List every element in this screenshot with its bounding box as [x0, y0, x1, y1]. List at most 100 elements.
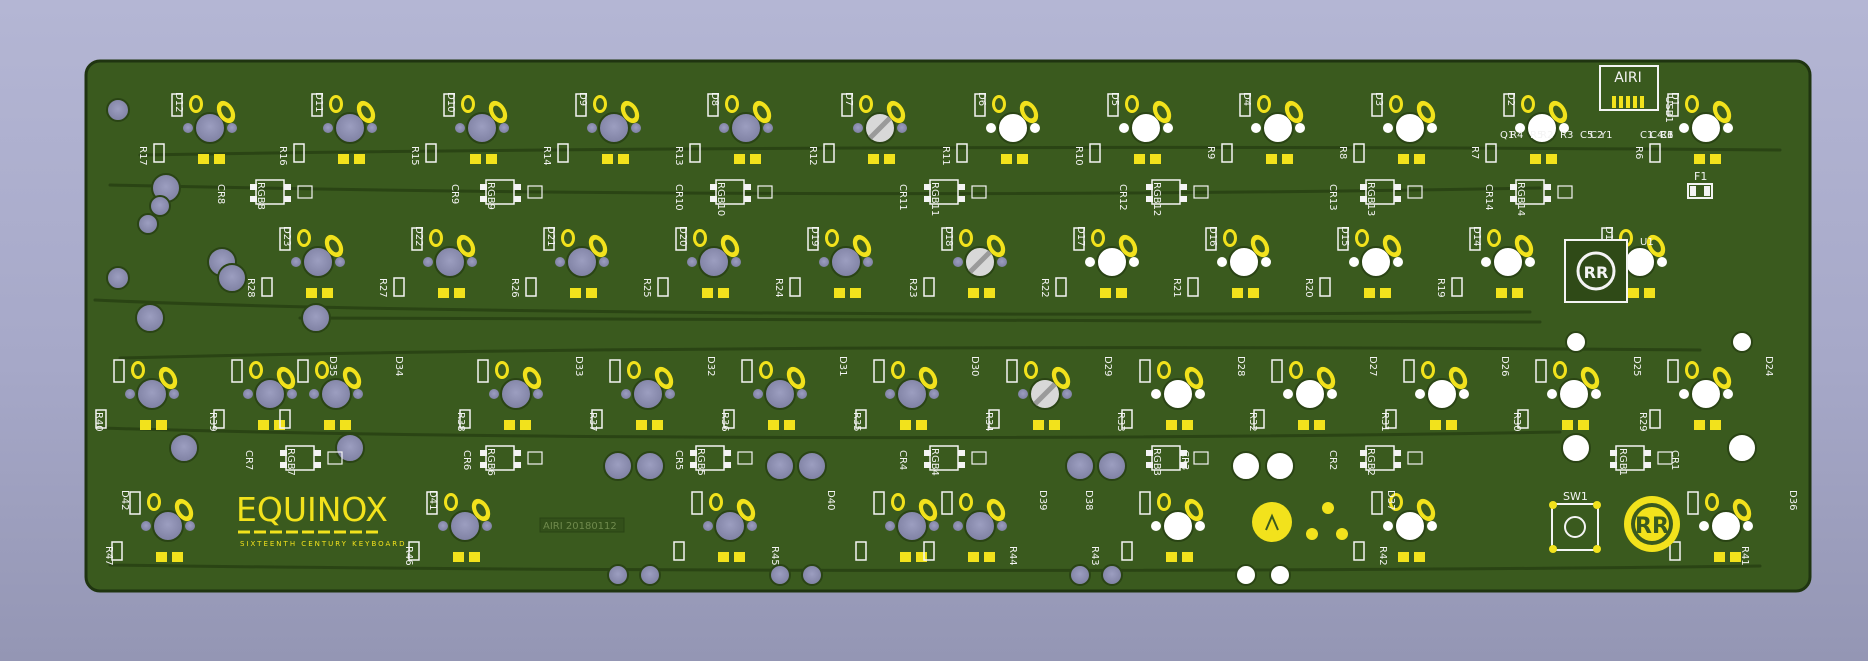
resistor-label: R28 — [245, 278, 256, 298]
svg-text:RR: RR — [1584, 263, 1609, 282]
smd-pad — [1530, 154, 1541, 164]
smd-pad — [1562, 420, 1573, 430]
diode-label: D40 — [825, 490, 836, 510]
switch-side-hole — [665, 389, 675, 399]
switch-side-hole — [819, 257, 829, 267]
resistor-label: R23 — [907, 278, 918, 298]
resistor-label: R16 — [277, 146, 288, 166]
resistor-label: R45 — [769, 546, 780, 566]
smd-pad — [1314, 420, 1325, 430]
switch-side-hole — [1018, 389, 1028, 399]
smd-pad — [1380, 288, 1391, 298]
diode-label: D5 — [1109, 92, 1120, 106]
switch-side-hole — [287, 389, 297, 399]
switch-side-hole — [438, 521, 448, 531]
mounting-hole — [135, 303, 165, 333]
cap-label: CR11 — [897, 184, 908, 211]
mounting-hole — [301, 303, 331, 333]
led-label: RGB6 — [485, 448, 496, 476]
led-pad — [958, 196, 965, 202]
switch-side-hole — [291, 257, 301, 267]
diode-label: D24 — [1763, 356, 1774, 376]
diode-label: D15 — [1339, 226, 1350, 246]
switch-pad-hole — [894, 496, 902, 508]
smd-pad — [324, 420, 335, 430]
smd-pad — [486, 154, 497, 164]
smd-pad — [1166, 420, 1177, 430]
switch-side-hole — [1743, 521, 1753, 531]
smd-pad — [702, 288, 713, 298]
resistor-label: R25 — [641, 278, 652, 298]
diode-label: D2 — [1505, 92, 1516, 106]
equinox-logo: EQUINOX SIXTEENTH CENTURY KEYBOARD — [236, 490, 405, 548]
smd-pad — [1446, 420, 1457, 430]
switch-side-hole — [1383, 123, 1393, 133]
switch-pad-hole — [762, 364, 770, 376]
led-pad — [958, 184, 965, 190]
switch-side-hole — [1195, 389, 1205, 399]
switch-pad-hole — [1358, 232, 1366, 244]
switch-side-hole — [1459, 389, 1469, 399]
switch-side-hole — [1383, 521, 1393, 531]
diode-label: D30 — [969, 356, 980, 376]
switch-side-hole — [367, 123, 377, 133]
switch-side-hole — [309, 389, 319, 399]
cap-label: CR8 — [215, 184, 226, 204]
resistor-label: R46 — [403, 546, 414, 566]
resistor-label: R13 — [673, 146, 684, 166]
mounting-hole — [765, 451, 795, 481]
switch-side-hole — [631, 123, 641, 133]
mounting-hole — [106, 266, 130, 290]
smd-pad — [734, 154, 745, 164]
led-pad — [514, 462, 521, 468]
switch-side-hole — [753, 389, 763, 399]
cap-label: CR7 — [243, 450, 254, 470]
switch-side-hole — [897, 123, 907, 133]
smd-pad — [156, 552, 167, 562]
resistor-label: R39 — [207, 412, 218, 432]
switch-side-hole — [1283, 389, 1293, 399]
led-label: RGB4 — [929, 448, 940, 476]
switch-side-hole — [1151, 389, 1161, 399]
switch-side-hole — [953, 257, 963, 267]
switch-pad-hole — [995, 98, 1003, 110]
led-pad — [1644, 462, 1651, 468]
diode-label: D9 — [577, 92, 588, 106]
brand-mark-text: AIRI — [1614, 70, 1642, 86]
mounting-hole — [169, 433, 199, 463]
diode-label: D16 — [1207, 226, 1218, 246]
smd-pad — [652, 420, 663, 430]
switch-side-hole — [1062, 389, 1072, 399]
diode-label: D39 — [1037, 490, 1048, 510]
switch-side-hole — [703, 521, 713, 531]
switch-pad-hole — [1094, 232, 1102, 244]
resistor-label: R43 — [1089, 546, 1100, 566]
switch-pad-hole — [1688, 98, 1696, 110]
switch-side-hole — [885, 521, 895, 531]
led-pad — [284, 196, 291, 202]
misc-label: Y1 — [1599, 130, 1612, 141]
switch-side-hole — [1415, 389, 1425, 399]
smd-pad — [454, 288, 465, 298]
switch-side-hole — [997, 521, 1007, 531]
switch-pad-hole — [1424, 364, 1432, 376]
diode-label: D4 — [1241, 92, 1252, 106]
switch-side-hole — [863, 257, 873, 267]
switch-pad-hole — [564, 232, 572, 244]
smd-pad — [1710, 154, 1721, 164]
led-label: RGB11 — [929, 182, 940, 216]
smd-pad — [916, 420, 927, 430]
switch-pad-hole — [1688, 364, 1696, 376]
switch-side-hole — [353, 389, 363, 399]
smd-pad — [1116, 288, 1127, 298]
resistor-label: R35 — [851, 412, 862, 432]
led-pad — [1394, 462, 1401, 468]
cap-label: CR10 — [673, 184, 684, 211]
switch-side-hole — [1591, 389, 1601, 399]
switch-label: SW1 — [1563, 490, 1588, 503]
resistor-label: R37 — [587, 412, 598, 432]
switch-pad-hole — [894, 364, 902, 376]
mounting-hole — [801, 564, 823, 586]
resistor-label: R15 — [409, 146, 420, 166]
smd-pad — [1414, 552, 1425, 562]
